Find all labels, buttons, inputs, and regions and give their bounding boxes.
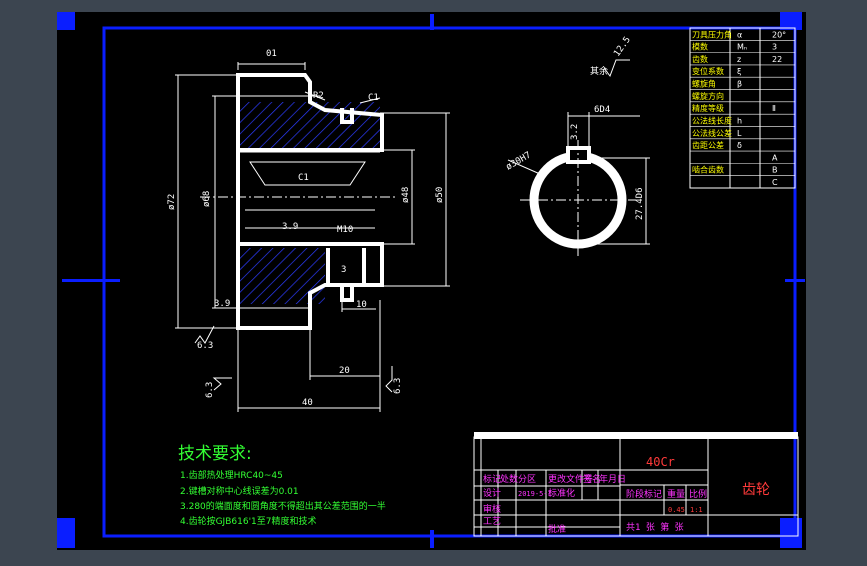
tech-item-2: 2.键槽对称中心线误差为0.01	[180, 485, 299, 497]
std-label: 标准化	[548, 487, 575, 499]
scale-value: 1:1	[690, 506, 703, 514]
tech-title: 技术要求:	[178, 444, 252, 464]
rough-bottom-label: 6.3	[205, 382, 215, 398]
param-label: 精度等级	[692, 103, 724, 113]
param-value: 20°	[772, 30, 786, 39]
chamfer-left-label: 3.9	[282, 222, 298, 232]
param-label: 螺旋方向	[692, 91, 724, 101]
length-10-label: 10	[356, 300, 367, 310]
hatch-upper	[240, 102, 380, 150]
param-value: B	[772, 166, 778, 175]
stage-label: 阶段标记	[626, 488, 662, 500]
param-value: 22	[772, 55, 782, 64]
slot-small-label: 3	[341, 265, 346, 275]
part-name-value: 齿轮	[742, 482, 770, 498]
rough-right-label: 6.3	[393, 378, 403, 394]
header-cell-2: 处数	[500, 473, 518, 485]
approve-label: 批准	[548, 523, 566, 535]
params-row: C	[772, 178, 778, 187]
tech-item-4: 4.齿轮按GJB616'1至7精度和技术	[180, 515, 317, 527]
header-cell-1: 标记	[483, 473, 501, 485]
tech-item-3: 3.280的端面度和圆角度不得超出其公差范围的一半	[180, 500, 386, 512]
chamfer-bottom-label: 3.9	[214, 299, 230, 309]
tech-item-1: 1.齿部热处理HRC40~45	[180, 469, 283, 481]
params-row: 刀具压力角 α 20°	[692, 29, 786, 39]
slot-width-label: M10	[337, 225, 353, 235]
length-20-label: 20	[339, 366, 350, 376]
drawing-canvas: 01 R2 C1 C1 ø72 ø68 ø48 ø50 3.9 3.9 M10 …	[57, 12, 806, 550]
dia-shaft-label: ø50	[435, 187, 445, 203]
param-symbol: Mₙ	[737, 43, 747, 52]
param-label: 啮合齿数	[692, 165, 724, 175]
param-value: Ⅱ	[772, 104, 776, 113]
param-value: 3	[772, 43, 777, 52]
weight-value: 0.45	[668, 506, 685, 514]
param-value: C	[772, 178, 778, 187]
param-value: A	[772, 153, 778, 162]
key-width-label: 6D4	[594, 105, 610, 115]
param-symbol: β	[737, 80, 742, 89]
keyway-dim-label: 27.4D6	[635, 187, 645, 220]
weight-label: 重量	[667, 488, 685, 500]
param-symbol: α	[737, 30, 742, 39]
rough-other-text: 其余	[590, 65, 608, 77]
material-value: 40Cr	[646, 455, 675, 469]
param-label: 模数	[692, 42, 708, 52]
length-40-label: 40	[302, 398, 313, 408]
design-label: 设计	[483, 487, 501, 499]
param-symbol: δ	[737, 141, 742, 150]
dia-root-label: ø68	[202, 191, 212, 207]
param-symbol: ξ	[737, 67, 741, 76]
dia-hub-label: ø48	[401, 187, 411, 203]
key-depth-label: 3.2	[570, 124, 580, 140]
date-value: 2019-5-1	[518, 490, 552, 498]
params-row: 螺旋方向	[692, 91, 724, 101]
params-row: A	[772, 153, 778, 162]
radius-label: R2	[313, 91, 324, 101]
header-cell-3: 分区	[518, 474, 536, 485]
tol-top-label: 01	[266, 49, 277, 59]
review-label: 审核	[483, 503, 501, 515]
scale-label: 比例	[689, 488, 707, 500]
hatch-lower	[240, 248, 325, 304]
chamfer-label: C1	[368, 93, 379, 103]
param-label: 刀具压力角	[692, 29, 732, 39]
dia-outer-label: ø72	[167, 194, 177, 210]
process-label: 工艺	[483, 516, 501, 527]
bore-chamfer-label: C1	[298, 173, 309, 183]
param-label: 公法线公差	[692, 128, 732, 138]
param-label: 齿距公差	[692, 140, 724, 150]
param-label: 变位系数	[692, 66, 724, 76]
cad-drawing-viewport: 01 R2 C1 C1 ø72 ø68 ø48 ø50 3.9 3.9 M10 …	[0, 0, 867, 562]
sheets-label: 共1 张 第 张	[626, 521, 684, 533]
param-label: 齿数	[692, 54, 708, 64]
param-symbol: L	[737, 129, 742, 138]
param-symbol: z	[737, 55, 741, 64]
param-label: 螺旋角	[692, 79, 716, 89]
param-symbol: h	[737, 116, 742, 125]
header-cell-6: 年月日	[599, 473, 626, 485]
rough-left-label: 6.3	[197, 341, 213, 351]
param-label: 公法线长度	[692, 115, 732, 125]
